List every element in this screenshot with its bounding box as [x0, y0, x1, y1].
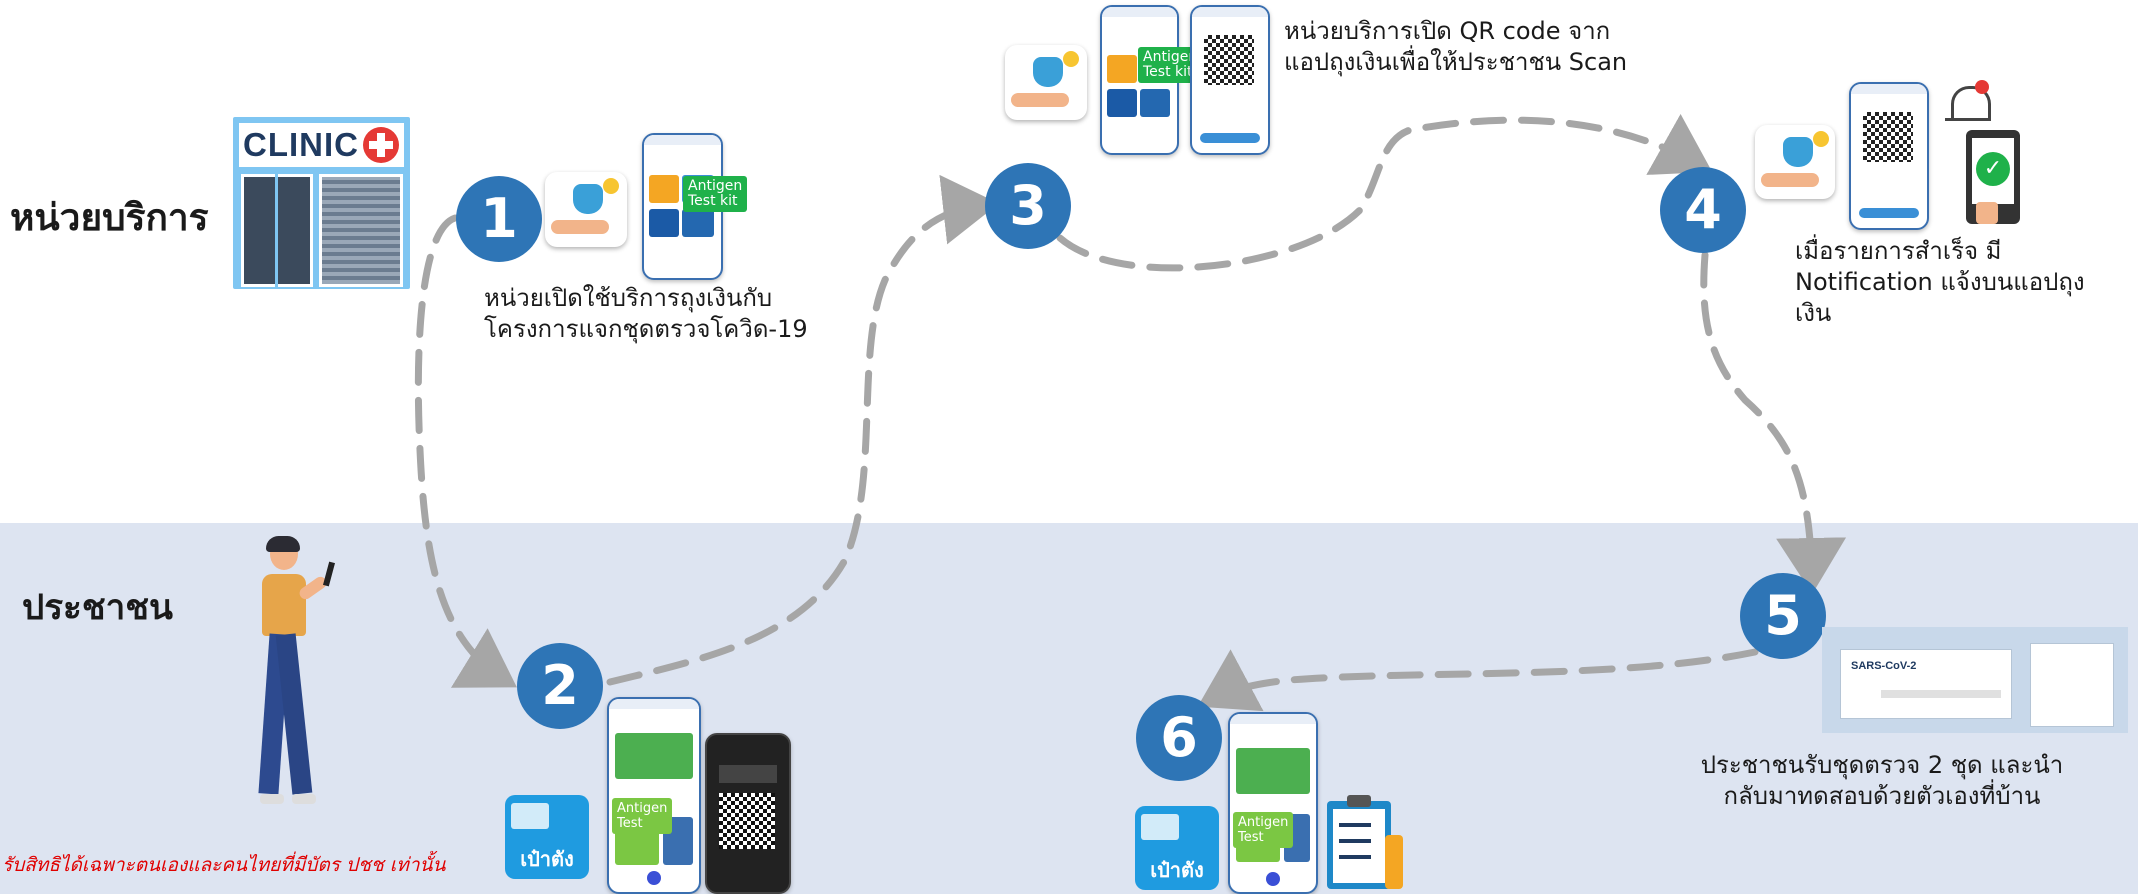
step-3-qr-phone-screen [1190, 5, 1270, 155]
step-2-badge: 2 [517, 643, 603, 729]
step-2-pao-tang-phone-screen [607, 697, 701, 894]
success-tablet-icon: ✓ [1966, 130, 2020, 224]
clipboard-checklist-icon [1327, 795, 1407, 889]
step-4-badge: 4 [1660, 167, 1746, 253]
person-with-phone-illustration [250, 536, 350, 810]
eligibility-note: รับสิทธิได้เฉพาะตนเองและคนไทยที่มีบัตร ป… [2, 854, 446, 876]
qr-code-icon [1204, 35, 1254, 85]
money-bag-icon [545, 172, 627, 247]
clinic-building-icon: CLINIC [233, 117, 410, 289]
clinic-sign: CLINIC [243, 126, 359, 163]
qr-code-icon [719, 793, 775, 849]
step-3-badge: 3 [985, 163, 1071, 249]
step-1-badge: 1 [456, 176, 542, 262]
money-bag-icon [1005, 45, 1087, 120]
red-cross-icon [363, 127, 399, 163]
notification-bell-icon [1945, 80, 1995, 125]
pao-tang-app-icon: เป๋าตัง [505, 795, 589, 879]
arrow-5-to-6 [1197, 648, 1759, 712]
money-bag-icon [1755, 125, 1835, 199]
step-1-caption: หน่วยเปิดใช้บริการถุงเงินกับ โครงการแจกช… [484, 284, 808, 343]
step-4-caption: เมื่อรายการสำเร็จ มี Notification แจ้งบน… [1795, 237, 2085, 327]
step-5-caption: ประชาชนรับชุดตรวจ 2 ชุด และนำ กลับมาทดสอ… [1700, 751, 2064, 810]
checkmark-icon: ✓ [1976, 152, 2010, 186]
antigen-kit-tag-step-1: Antigen Test kit [683, 176, 748, 212]
step-6-pao-tang-phone-screen [1228, 712, 1318, 894]
step-6-badge: 6 [1136, 695, 1222, 781]
phone-icon [322, 561, 336, 587]
kit-box-label: SARS-CoV-2 [1851, 660, 1917, 672]
antigen-test-tag-step-2: Antigen Test [612, 798, 673, 834]
step-5-badge: 5 [1740, 573, 1826, 659]
step-3-caption: หน่วยบริการเปิด QR code จาก แอปถุงเงินเพ… [1284, 17, 1628, 76]
antigen-test-kit-image: SARS-CoV-2 [1822, 627, 2128, 733]
antigen-test-tag-step-6: Antigen Test [1233, 812, 1294, 848]
step-2-scanner-phone-screen [705, 733, 791, 894]
qr-code-icon [1863, 112, 1913, 162]
step-4-qr-phone-screen [1849, 82, 1929, 230]
pao-tang-app-icon: เป๋าตัง [1135, 806, 1219, 890]
